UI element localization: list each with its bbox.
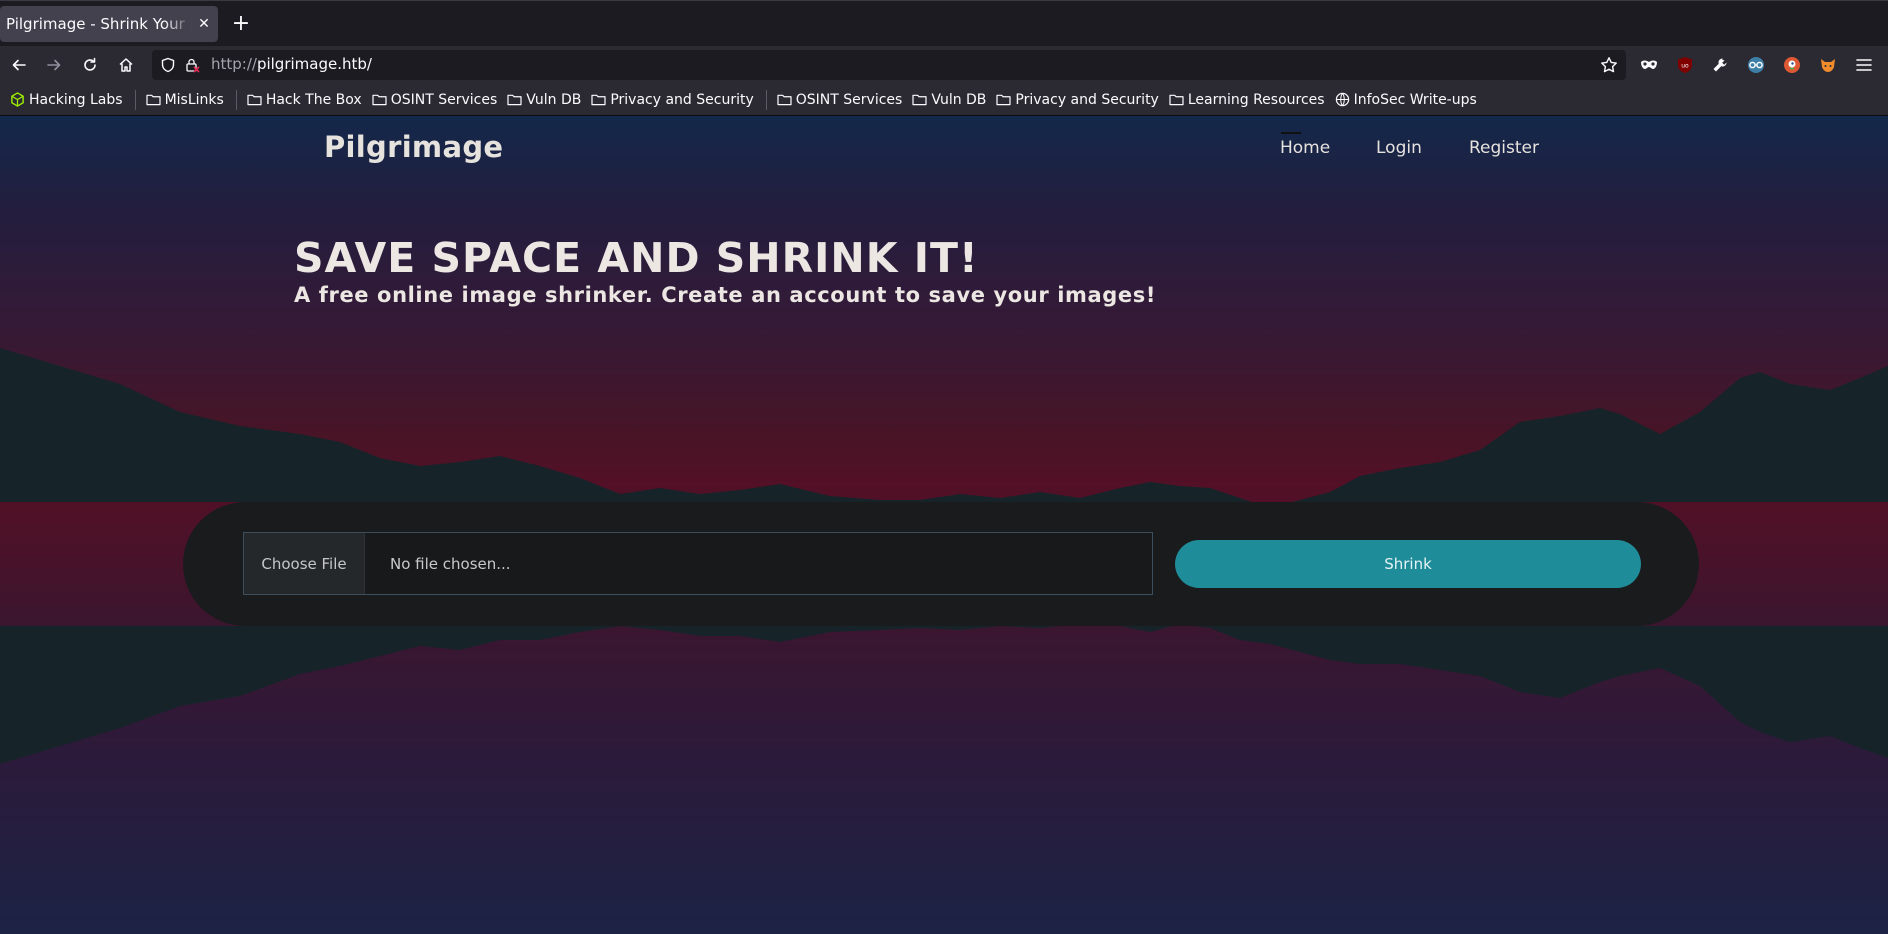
bookmark-folder-vuln-db-2[interactable]: Vuln DB bbox=[908, 88, 990, 112]
glasses-icon[interactable] bbox=[1745, 54, 1767, 76]
navigation-toolbar: http://pilgrimage.htb/ uo bbox=[0, 46, 1888, 84]
bookmark-folder-learning-resources[interactable]: Learning Resources bbox=[1165, 88, 1329, 112]
wrench-icon[interactable] bbox=[1709, 54, 1731, 76]
duckduckgo-icon[interactable] bbox=[1781, 54, 1803, 76]
folder-icon bbox=[777, 94, 792, 106]
folder-icon bbox=[996, 94, 1012, 106]
mask-icon[interactable] bbox=[1638, 54, 1660, 76]
close-icon[interactable]: ✕ bbox=[196, 16, 212, 32]
page-content: Pilgrimage Home Login Register SAVE SPAC… bbox=[0, 116, 1888, 934]
bookmarks-toolbar: Hacking Labs MisLinks Hack The Box OSINT… bbox=[0, 84, 1888, 116]
folder-icon bbox=[372, 94, 387, 106]
home-icon[interactable] bbox=[113, 52, 139, 78]
nav-register-link[interactable]: Register bbox=[1469, 138, 1539, 158]
back-arrow-icon[interactable] bbox=[6, 52, 32, 78]
globe-icon bbox=[1335, 92, 1349, 107]
url-text[interactable]: http://pilgrimage.htb/ bbox=[211, 55, 372, 73]
hero-title: SAVE SPACE AND SHRINK IT! bbox=[294, 234, 979, 282]
bookmark-folder-osint-services-2[interactable]: OSINT Services bbox=[773, 88, 907, 112]
folder-icon bbox=[247, 94, 262, 106]
bookmark-separator bbox=[134, 89, 136, 110]
nav-login-link[interactable]: Login bbox=[1376, 138, 1422, 158]
bookmark-separator bbox=[765, 89, 767, 110]
tab-pilgrimage[interactable]: Pilgrimage - Shrink Your Images ✕ bbox=[0, 6, 218, 42]
folder-icon bbox=[1169, 94, 1184, 106]
file-input[interactable]: Choose File No file chosen... bbox=[243, 532, 1153, 595]
bookmark-folder-hack-the-box[interactable]: Hack The Box bbox=[243, 88, 366, 112]
tab-title: Pilgrimage - Shrink Your Images bbox=[6, 15, 192, 33]
browser-window: Pilgrimage - Shrink Your Images ✕ + http… bbox=[0, 0, 1888, 934]
bookmark-folder-osint-services[interactable]: OSINT Services bbox=[368, 88, 502, 112]
file-name-label[interactable]: No file chosen... bbox=[365, 533, 511, 594]
folder-icon bbox=[912, 94, 927, 106]
cube-icon bbox=[11, 92, 24, 107]
svg-text:uo: uo bbox=[1681, 63, 1689, 70]
folder-icon bbox=[507, 94, 522, 106]
star-icon[interactable] bbox=[1600, 56, 1618, 78]
ublock-icon[interactable]: uo bbox=[1674, 54, 1696, 76]
tab-strip: Pilgrimage - Shrink Your Images ✕ + bbox=[0, 0, 1888, 46]
choose-file-button[interactable]: Choose File bbox=[244, 533, 365, 594]
url-bar[interactable]: http://pilgrimage.htb/ bbox=[152, 50, 1626, 80]
plus-icon[interactable]: + bbox=[228, 11, 254, 37]
foxyproxy-icon[interactable] bbox=[1817, 54, 1839, 76]
bookmark-folder-mislinks[interactable]: MisLinks bbox=[142, 88, 228, 112]
bookmark-folder-vuln-db[interactable]: Vuln DB bbox=[503, 88, 585, 112]
site-logo[interactable]: Pilgrimage bbox=[324, 130, 503, 164]
folder-icon bbox=[591, 94, 606, 106]
menu-icon[interactable] bbox=[1853, 54, 1875, 76]
reload-icon[interactable] bbox=[77, 52, 103, 78]
hero-subtitle: A free online image shrinker. Create an … bbox=[294, 283, 1156, 307]
active-nav-indicator bbox=[1281, 132, 1301, 134]
bookmark-folder-privacy-and-security[interactable]: Privacy and Security bbox=[587, 88, 757, 112]
bookmark-hacking-labs[interactable]: Hacking Labs bbox=[6, 88, 127, 112]
bookmark-separator bbox=[235, 89, 237, 110]
bookmark-folder-privacy-and-security-2[interactable]: Privacy and Security bbox=[992, 88, 1162, 112]
folder-icon bbox=[145, 94, 161, 106]
forward-arrow-icon[interactable] bbox=[41, 52, 67, 78]
shrink-button[interactable]: Shrink bbox=[1175, 540, 1641, 588]
shield-icon[interactable] bbox=[160, 57, 176, 77]
nav-home-link[interactable]: Home bbox=[1280, 138, 1330, 158]
upload-form: Choose File No file chosen... Shrink bbox=[183, 502, 1699, 626]
bookmark-infosec-write-ups[interactable]: InfoSec Write-ups bbox=[1331, 88, 1481, 112]
lock-icon[interactable] bbox=[184, 57, 200, 77]
